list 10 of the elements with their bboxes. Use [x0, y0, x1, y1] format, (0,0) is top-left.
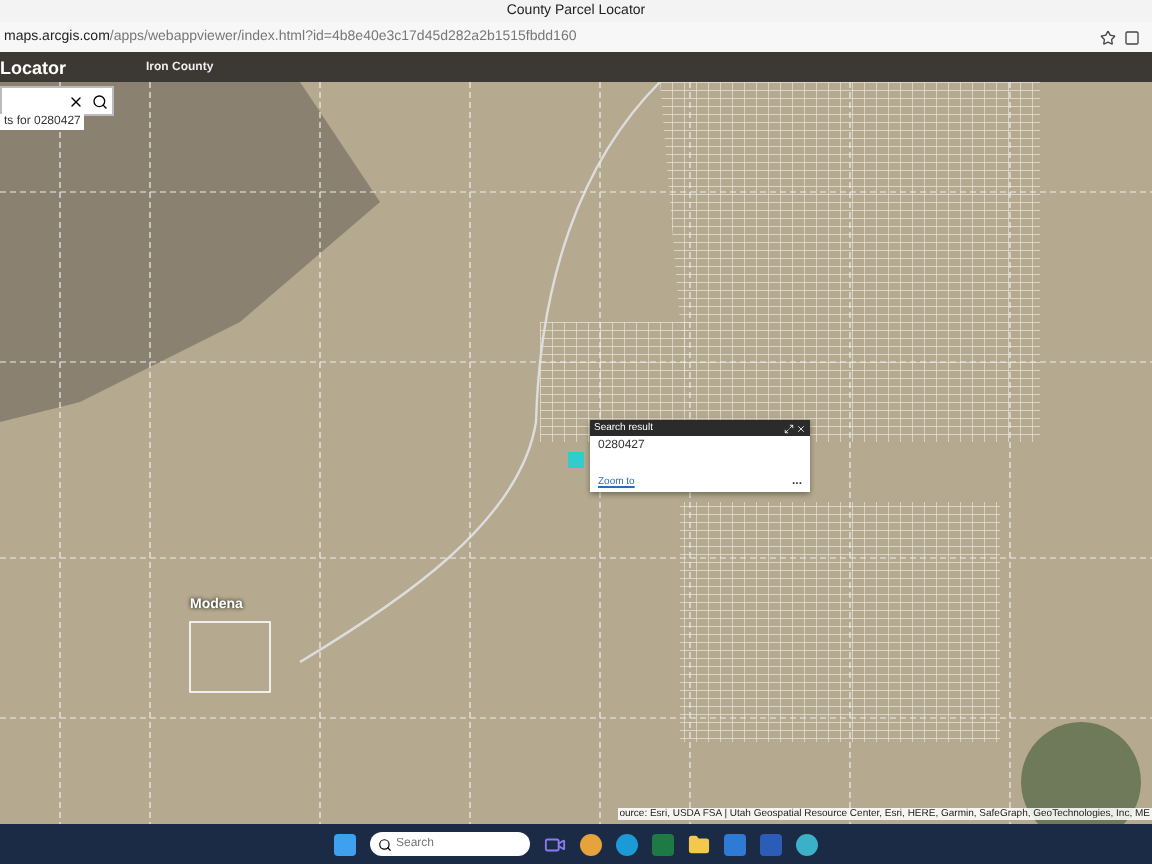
close-icon[interactable] — [68, 93, 84, 109]
search-icon[interactable] — [92, 93, 108, 109]
split-screen-icon[interactable] — [1124, 29, 1140, 45]
folder-icon[interactable] — [688, 833, 710, 855]
maximize-icon[interactable] — [784, 423, 794, 433]
video-call-icon[interactable] — [544, 833, 566, 855]
search-icon — [378, 837, 392, 851]
favorite-star-icon[interactable] — [1100, 29, 1116, 45]
app-title: Locator — [0, 57, 67, 77]
search-field[interactable] — [0, 86, 114, 116]
